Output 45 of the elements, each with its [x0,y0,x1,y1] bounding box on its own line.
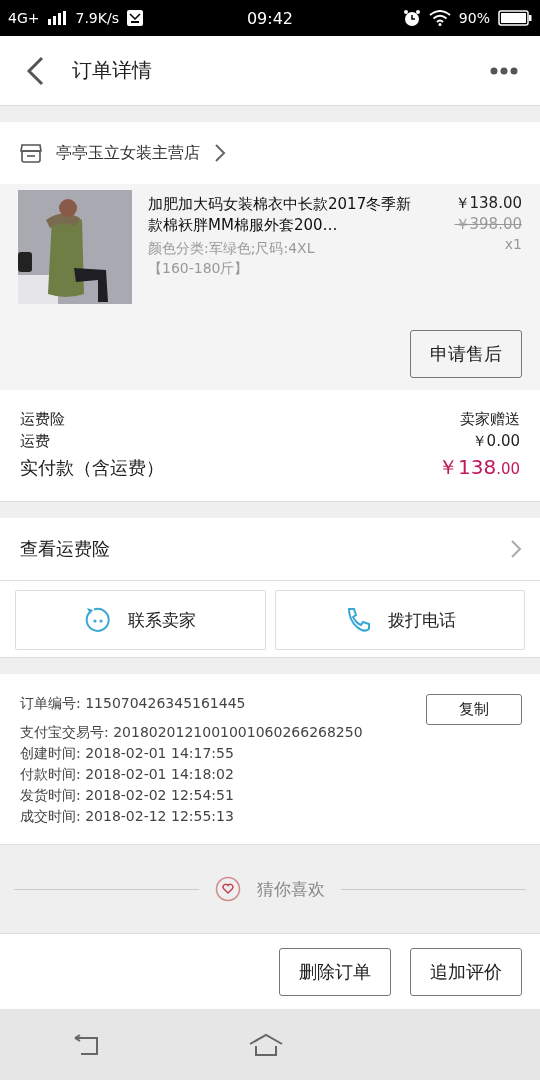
order-action-button[interactable]: 删除订单 [279,947,391,996]
product-price: ￥138.00 [454,194,522,213]
fee-value: ￥138.00 [437,454,520,481]
chevron-right-icon [214,143,226,163]
fee-label: 运费险 [20,410,65,429]
call-button[interactable]: 拨打电话 [274,590,525,650]
order-info-line: 成交时间: 2018-02-12 12:55:13 [20,807,235,826]
fee-label: 运费 [20,432,50,451]
network-type: 4G+ [8,10,40,26]
fee-value: 卖家赠送 [460,410,520,429]
shop-name: 亭亭玉立女装主营店 [56,142,200,164]
recommend-title: 猜你喜欢 [257,877,325,901]
chevron-right-icon [510,539,522,559]
back-icon[interactable] [26,55,44,86]
clock-time: 09:42 [246,8,294,28]
order-info-line: 支付宝交易号: 2018020121001001060266268250 [20,723,363,742]
contact-seller-button[interactable]: 联系卖家 [15,590,266,650]
product-quantity: x1 [504,236,522,252]
insurance-label: 查看运费险 [20,537,110,561]
notification-icon [126,10,143,26]
page-title: 订单详情 [72,57,153,84]
home-icon[interactable] [248,1032,284,1057]
more-icon[interactable] [490,66,518,75]
store-icon [20,143,42,163]
fee-value: ￥0.00 [471,432,520,451]
order-info-line: 订单编号: 115070426345161445 [20,694,247,713]
insurance-link[interactable]: 查看运费险 [0,518,540,581]
order-info-line: 创建时间: 2018-02-01 14:17:55 [20,744,235,763]
order-action-button[interactable]: 追加评价 [410,947,522,996]
fee-label: 实付款（含运费） [20,456,164,480]
order-info-line: 发货时间: 2018-02-02 12:54:51 [20,786,235,805]
original-price: ￥398.00 [454,215,522,234]
order-info-line: 付款时间: 2018-02-01 14:18:02 [20,765,235,784]
product-title: 加肥加大码女装棉衣中长款2017冬季新款棉袄胖MM棉服外套200… [148,194,413,236]
product-sku: 颜色分类:军绿色;尺码:4XL【160-180斤】 [148,239,316,278]
shop-row[interactable]: 亭亭玉立女装主营店 [0,122,540,184]
copy-button[interactable]: 复制 [426,694,522,725]
alarm-icon [402,9,421,27]
after-sales-button[interactable]: 申请售后 [410,330,522,378]
smiley-chat-icon [84,606,113,634]
battery-percent: 90% [458,10,490,26]
wifi-icon [428,10,451,26]
signal-icon [47,11,68,25]
battery-icon [498,10,532,26]
network-speed: 7.9K/s [75,10,119,26]
